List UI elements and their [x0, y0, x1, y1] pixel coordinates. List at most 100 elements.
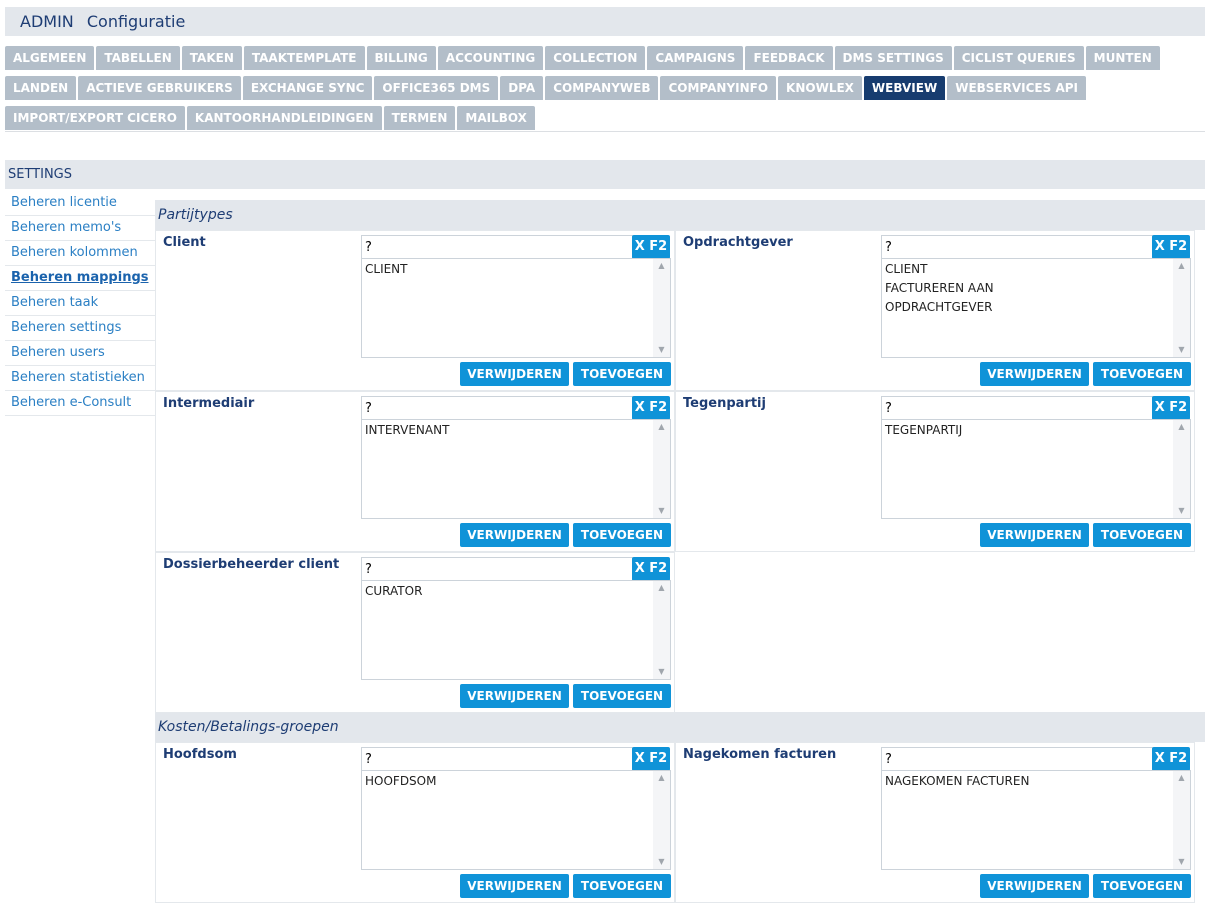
scrollbar[interactable]: ▲ ▼ [1173, 259, 1190, 357]
sidebar-item-beheren-statistieken[interactable]: Beheren statistieken [5, 366, 155, 391]
scroll-up-icon[interactable]: ▲ [653, 581, 670, 595]
tab-algemeen[interactable]: ALGEMEEN [5, 46, 95, 70]
sidebar-item-beheren-taak[interactable]: Beheren taak [5, 291, 155, 316]
list-item[interactable]: CLIENT [882, 260, 1190, 279]
add-button[interactable]: TOEVOEGEN [573, 362, 671, 386]
clear-lookup-button[interactable]: X F2 [1152, 235, 1190, 259]
scroll-up-icon[interactable]: ▲ [1173, 771, 1190, 785]
scroll-down-icon[interactable]: ▼ [653, 343, 670, 357]
sidebar-item-beheren-kolommen[interactable]: Beheren kolommen [5, 241, 155, 266]
tab-mailbox[interactable]: MAILBOX [457, 106, 535, 130]
mapping-listbox[interactable]: NAGEKOMEN FACTUREN ▲ ▼ [881, 770, 1191, 870]
scroll-up-icon[interactable]: ▲ [653, 420, 670, 434]
tab-billing[interactable]: BILLING [366, 46, 436, 70]
list-item[interactable]: OPDRACHTGEVER [882, 298, 1190, 317]
mapping-search-input[interactable] [361, 747, 633, 771]
scroll-down-icon[interactable]: ▼ [1173, 343, 1190, 357]
sidebar-item-beheren-settings[interactable]: Beheren settings [5, 316, 155, 341]
tab-knowlex[interactable]: KNOWLEX [778, 76, 862, 100]
scroll-up-icon[interactable]: ▲ [1173, 420, 1190, 434]
add-button[interactable]: TOEVOEGEN [1093, 523, 1191, 547]
sidebar-item-beheren-mappings[interactable]: Beheren mappings [5, 266, 155, 291]
tab-tabellen[interactable]: TABELLEN [96, 46, 180, 70]
tab-campaigns[interactable]: CAMPAIGNS [647, 46, 744, 70]
sidebar-item-beheren-memo-s[interactable]: Beheren memo's [5, 216, 155, 241]
scroll-up-icon[interactable]: ▲ [653, 771, 670, 785]
scroll-down-icon[interactable]: ▼ [653, 504, 670, 518]
sidebar-item-beheren-e-consult[interactable]: Beheren e-Consult [5, 391, 155, 416]
list-item[interactable]: FACTUREREN AAN [882, 279, 1190, 298]
remove-button[interactable]: VERWIJDEREN [980, 874, 1089, 898]
mapping-listbox[interactable]: CLIENT FACTUREREN AAN OPDRACHTGEVER ▲ ▼ [881, 258, 1191, 358]
scroll-down-icon[interactable]: ▼ [653, 665, 670, 679]
tab-collection[interactable]: COLLECTION [545, 46, 646, 70]
clear-lookup-button[interactable]: X F2 [632, 747, 670, 771]
scroll-up-icon[interactable]: ▲ [1173, 259, 1190, 273]
list-item[interactable]: INTERVENANT [362, 421, 670, 440]
remove-button[interactable]: VERWIJDEREN [980, 523, 1089, 547]
remove-button[interactable]: VERWIJDEREN [460, 684, 569, 708]
tab-webview[interactable]: WEBVIEW [863, 76, 946, 100]
list-item[interactable]: CLIENT [362, 260, 670, 279]
scrollbar[interactable]: ▲ ▼ [1173, 420, 1190, 518]
tab-office365-dms[interactable]: OFFICE365 DMS [374, 76, 499, 100]
tab-feedback[interactable]: FEEDBACK [745, 46, 833, 70]
tab-taaktemplate[interactable]: TAAKTEMPLATE [243, 46, 365, 70]
mapping-search-input[interactable] [361, 557, 633, 581]
scrollbar[interactable]: ▲ ▼ [653, 259, 670, 357]
add-button[interactable]: TOEVOEGEN [1093, 362, 1191, 386]
clear-lookup-button[interactable]: X F2 [632, 235, 670, 259]
tab-accounting[interactable]: ACCOUNTING [437, 46, 544, 70]
mapping-listbox[interactable]: CLIENT ▲ ▼ [361, 258, 671, 358]
remove-button[interactable]: VERWIJDEREN [460, 874, 569, 898]
tab-munten[interactable]: MUNTEN [1085, 46, 1160, 70]
list-item[interactable]: NAGEKOMEN FACTUREN [882, 772, 1190, 791]
mapping-listbox[interactable]: INTERVENANT ▲ ▼ [361, 419, 671, 519]
add-button[interactable]: TOEVOEGEN [1093, 874, 1191, 898]
tab-actieve-gebruikers[interactable]: ACTIEVE GEBRUIKERS [78, 76, 241, 100]
list-item[interactable]: HOOFDSOM [362, 772, 670, 791]
tab-companyweb[interactable]: COMPANYWEB [545, 76, 659, 100]
clear-lookup-button[interactable]: X F2 [632, 396, 670, 420]
tab-dpa[interactable]: DPA [500, 76, 544, 100]
tab-ciclist-queries[interactable]: CICLIST QUERIES [953, 46, 1084, 70]
tab-import-export-cicero[interactable]: IMPORT/EXPORT CICERO [5, 106, 185, 130]
list-item[interactable]: TEGENPARTIJ [882, 421, 1190, 440]
tab-kantoorhandleidingen[interactable]: KANTOORHANDLEIDINGEN [186, 106, 382, 130]
scroll-up-icon[interactable]: ▲ [653, 259, 670, 273]
add-button[interactable]: TOEVOEGEN [573, 874, 671, 898]
scroll-down-icon[interactable]: ▼ [1173, 504, 1190, 518]
sidebar-item-beheren-licentie[interactable]: Beheren licentie [5, 191, 155, 216]
tab-exchange-sync[interactable]: EXCHANGE SYNC [242, 76, 373, 100]
tab-taken[interactable]: TAKEN [181, 46, 242, 70]
mapping-search-input[interactable] [361, 396, 633, 420]
sidebar-item-beheren-users[interactable]: Beheren users [5, 341, 155, 366]
remove-button[interactable]: VERWIJDEREN [460, 362, 569, 386]
scrollbar[interactable]: ▲ ▼ [653, 420, 670, 518]
mapping-search-input[interactable] [881, 747, 1153, 771]
add-button[interactable]: TOEVOEGEN [573, 684, 671, 708]
mapping-listbox[interactable]: TEGENPARTIJ ▲ ▼ [881, 419, 1191, 519]
scrollbar[interactable]: ▲ ▼ [653, 581, 670, 679]
mapping-search-input[interactable] [881, 235, 1153, 259]
clear-lookup-button[interactable]: X F2 [1152, 396, 1190, 420]
mapping-listbox[interactable]: HOOFDSOM ▲ ▼ [361, 770, 671, 870]
mapping-search-input[interactable] [881, 396, 1153, 420]
add-button[interactable]: TOEVOEGEN [573, 523, 671, 547]
scrollbar[interactable]: ▲ ▼ [653, 771, 670, 869]
tab-companyinfo[interactable]: COMPANYINFO [660, 76, 777, 100]
mapping-listbox[interactable]: CURATOR ▲ ▼ [361, 580, 671, 680]
tab-landen[interactable]: LANDEN [5, 76, 77, 100]
clear-lookup-button[interactable]: X F2 [632, 557, 670, 581]
tab-dms-settings[interactable]: DMS SETTINGS [834, 46, 952, 70]
remove-button[interactable]: VERWIJDEREN [980, 362, 1089, 386]
clear-lookup-button[interactable]: X F2 [1152, 747, 1190, 771]
tab-termen[interactable]: TERMEN [383, 106, 456, 130]
scroll-down-icon[interactable]: ▼ [1173, 855, 1190, 869]
list-item[interactable]: CURATOR [362, 582, 670, 601]
scroll-down-icon[interactable]: ▼ [653, 855, 670, 869]
remove-button[interactable]: VERWIJDEREN [460, 523, 569, 547]
tab-webservices-api[interactable]: WEBSERVICES API [947, 76, 1086, 100]
scrollbar[interactable]: ▲ ▼ [1173, 771, 1190, 869]
mapping-search-input[interactable] [361, 235, 633, 259]
